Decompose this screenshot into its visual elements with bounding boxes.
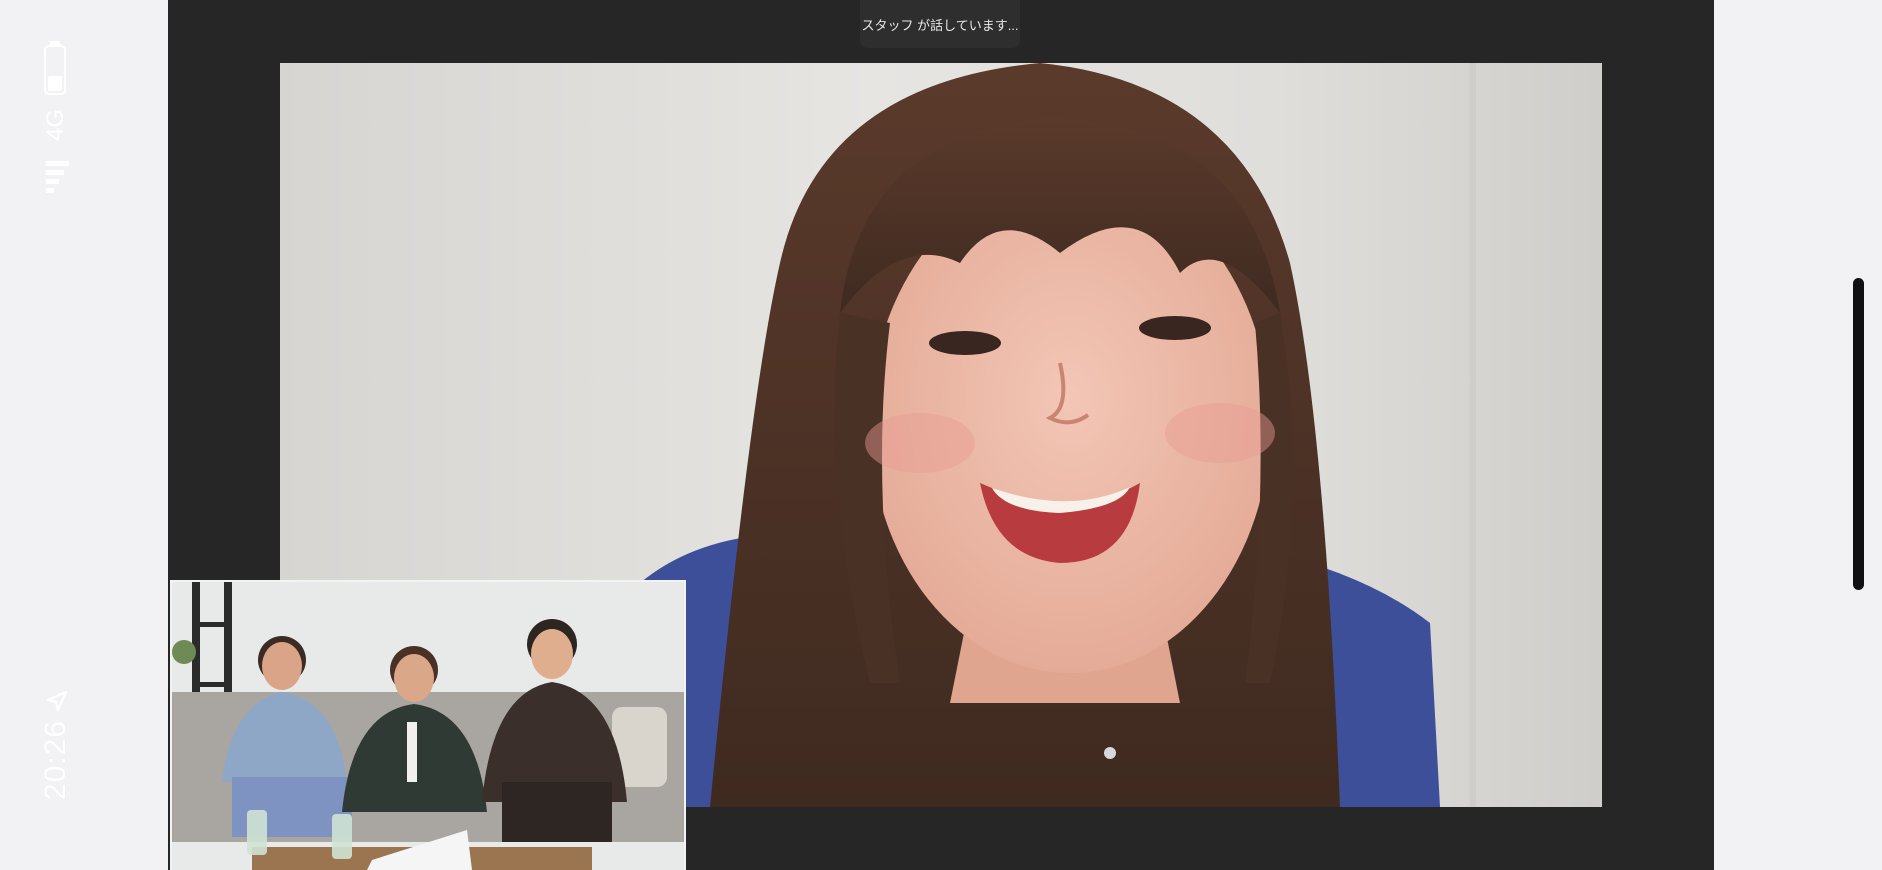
video-call-stage: スタッフ が話しています... <box>168 0 1714 870</box>
scroll-handle[interactable] <box>1853 278 1864 590</box>
signal-bars-icon <box>44 158 70 194</box>
speaking-indicator: スタッフ が話しています... <box>860 0 1020 48</box>
location-arrow-icon <box>44 688 70 714</box>
network-type-label: 4G <box>42 108 69 142</box>
video-call-screen: 4G 20:26 スタッフ が話しています... <box>0 0 1882 870</box>
self-preview-video[interactable] <box>170 580 686 870</box>
battery-icon <box>40 40 70 98</box>
status-bar: 4G 20:26 <box>0 0 112 870</box>
status-time: 20:26 <box>39 719 72 801</box>
